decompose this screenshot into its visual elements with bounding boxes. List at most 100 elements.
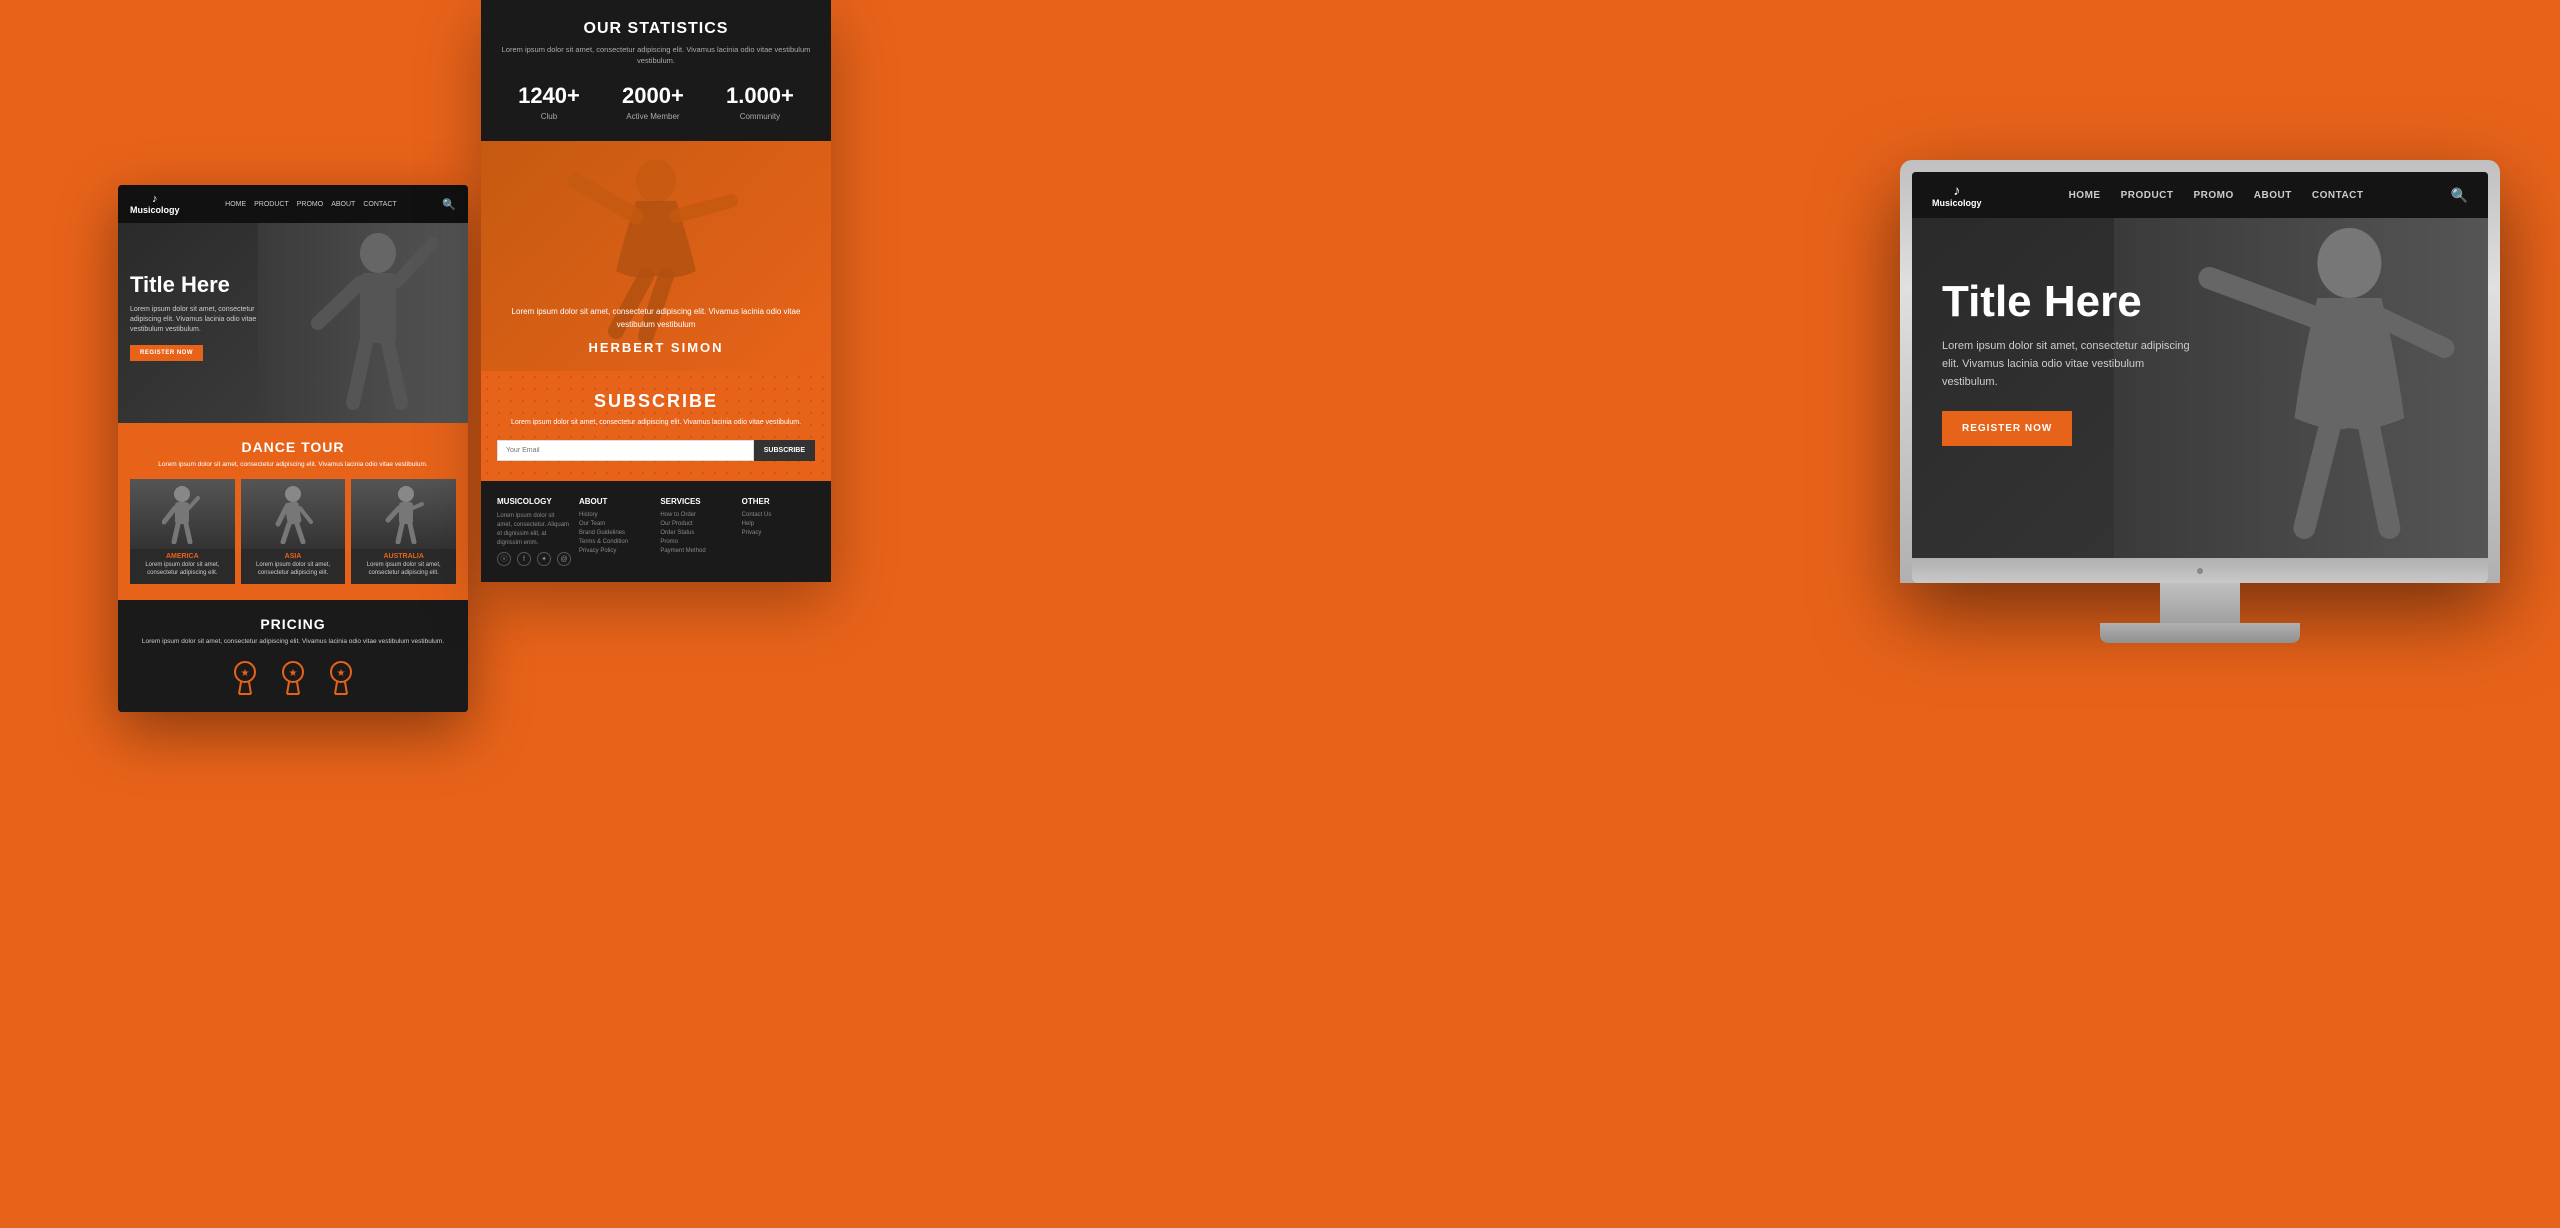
stat-community-label: Community [726, 112, 794, 121]
footer-col-about: ABOUT History Our Team Brand Guidelines … [579, 497, 652, 566]
desktop-register-button[interactable]: REGISTER NOW [1942, 411, 2072, 446]
footer-musicology-text: Lorem ipsum dolor sit amet, consectetur.… [497, 512, 571, 548]
footer-services-status[interactable]: Order Status [660, 530, 733, 536]
desktop-hero-title: Title Here [1942, 278, 2202, 326]
stats-numbers: 1240+ Club 2000+ Active Member 1.000+ Co… [497, 83, 815, 121]
footer-services-order[interactable]: How to Order [660, 512, 733, 518]
hero-person-figure [288, 223, 448, 423]
stats-desc: Lorem ipsum dolor sit amet, consectetur … [497, 44, 815, 67]
stats-section: OUR STATISTICS Lorem ipsum dolor sit ame… [481, 0, 831, 141]
desktop-hero-desc: Lorem ipsum dolor sit amet, consectetur … [1942, 338, 2202, 391]
stat-member: 2000+ Active Member [622, 83, 684, 121]
stats-title: OUR STATISTICS [497, 20, 815, 38]
footer-services-product[interactable]: Our Product [660, 521, 733, 527]
footer-social: ⓢ f ✦ @ [497, 552, 571, 566]
stat-club-label: Club [518, 112, 580, 121]
footer-other-title: OTHER [742, 497, 815, 506]
desktop-nav: ♪ Musicology HOME PRODUCT PROMO ABOUT CO… [1912, 172, 2488, 218]
mobile-logo: ♪ Musicology [130, 193, 180, 215]
subscribe-desc: Lorem ipsum dolor sit amet, consectetur … [497, 418, 815, 429]
desktop-nav-home[interactable]: HOME [2069, 190, 2101, 201]
monitor-frame: ♪ Musicology HOME PRODUCT PROMO ABOUT CO… [1900, 160, 2500, 583]
mobile-pricing: PRICING Lorem ipsum dolor sit amet, cons… [118, 600, 468, 712]
subscribe-button[interactable]: SUBSCRIBE [754, 440, 815, 461]
card-australia-label: AUSTRALIA [351, 549, 456, 562]
social-icon-3[interactable]: ✦ [537, 552, 551, 566]
subscribe-section: SUBSCRIBE Lorem ipsum dolor sit amet, co… [481, 371, 831, 482]
email-input[interactable] [497, 440, 754, 461]
mobile-mockup-left: ♪ Musicology HOME PRODUCT PROMO ABOUT CO… [118, 185, 468, 712]
desktop-logo-text: Musicology [1932, 198, 1982, 208]
artist-name: HERBERT SIMON [497, 340, 815, 355]
svg-text:★: ★ [337, 668, 346, 679]
footer-services-promo[interactable]: Promo [660, 539, 733, 545]
dance-tour-title: DANCE TOUR [130, 439, 456, 455]
pricing-icon-2: ★ [279, 660, 307, 696]
footer-about-team[interactable]: Our Team [579, 521, 652, 527]
mobile-dance-tour: DANCE TOUR Lorem ipsum dolor sit amet, c… [118, 423, 468, 600]
card-australia-img [351, 479, 456, 549]
monitor-stand [1900, 583, 2500, 643]
footer-col-services: SERVICES How to Order Our Product Order … [660, 497, 733, 566]
pricing-icon-3: ★ [327, 660, 355, 696]
desktop-hero-text: Title Here Lorem ipsum dolor sit amet, c… [1942, 278, 2202, 446]
desktop-nav-about[interactable]: ABOUT [2254, 190, 2292, 201]
card-america-img [130, 479, 235, 549]
desktop-search-icon[interactable]: 🔍 [2451, 187, 2468, 204]
card-australia: AUSTRALIA Lorem ipsum dolor sit amet, co… [351, 479, 456, 584]
desktop-nav-product[interactable]: PRODUCT [2121, 190, 2174, 201]
logo-text: Musicology [130, 205, 180, 215]
social-icon-1[interactable]: ⓢ [497, 552, 511, 566]
card-asia-img [241, 479, 346, 549]
svg-text:★: ★ [241, 668, 250, 679]
footer-about-privacy[interactable]: Privacy Policy [579, 548, 652, 554]
monitor-camera-dot [2197, 568, 2203, 574]
pricing-desc: Lorem ipsum dolor sit amet, consectetur … [130, 637, 456, 646]
footer-other-privacy[interactable]: Privacy [742, 530, 815, 536]
artist-desc: Lorem ipsum dolor sit amet, consectetur … [497, 306, 815, 332]
tablet-mockup-center: OUR STATISTICS Lorem ipsum dolor sit ame… [481, 0, 831, 582]
monitor-screen: ♪ Musicology HOME PRODUCT PROMO ABOUT CO… [1912, 172, 2488, 558]
stat-community: 1.000+ Community [726, 83, 794, 121]
footer-section: MUSICOLOGY Lorem ipsum dolor sit amet, c… [481, 481, 831, 582]
artist-section: Lorem ipsum dolor sit amet, consectetur … [481, 141, 831, 371]
desktop-nav-promo[interactable]: PROMO [2194, 190, 2234, 201]
pricing-icon-1: ★ [231, 660, 259, 696]
card-america: AMERICA Lorem ipsum dolor sit amet, cons… [130, 479, 235, 584]
search-icon[interactable]: 🔍 [442, 198, 456, 211]
footer-about-title: ABOUT [579, 497, 652, 506]
dance-tour-desc: Lorem ipsum dolor sit amet, consectetur … [130, 460, 456, 469]
footer-about-history[interactable]: History [579, 512, 652, 518]
footer-about-brand[interactable]: Brand Guidelines [579, 530, 652, 536]
dance-tour-cards: AMERICA Lorem ipsum dolor sit amet, cons… [130, 479, 456, 584]
nav-product: PRODUCT [254, 201, 289, 208]
desktop-nav-contact[interactable]: CONTACT [2312, 190, 2364, 201]
social-icon-4[interactable]: @ [557, 552, 571, 566]
social-icon-2[interactable]: f [517, 552, 531, 566]
desktop-nav-links: HOME PRODUCT PROMO ABOUT CONTACT [2069, 190, 2364, 201]
subscribe-form: SUBSCRIBE [497, 440, 815, 461]
footer-about-terms[interactable]: Terms & Condition [579, 539, 652, 545]
monitor-bottom-bezel [1912, 558, 2488, 583]
mobile-nav: ♪ Musicology HOME PRODUCT PROMO ABOUT CO… [118, 185, 468, 223]
stat-club-number: 1240+ [518, 83, 580, 109]
nav-contact: CONTACT [363, 201, 396, 208]
card-asia: ASIA Lorem ipsum dolor sit amet, consect… [241, 479, 346, 584]
nav-promo: PROMO [297, 201, 323, 208]
card-asia-desc: Lorem ipsum dolor sit amet, consectetur … [241, 562, 346, 584]
stat-member-number: 2000+ [622, 83, 684, 109]
desktop-hero: Title Here Lorem ipsum dolor sit amet, c… [1912, 218, 2488, 558]
footer-services-payment[interactable]: Payment Method [660, 548, 733, 554]
monitor-stand-neck [2160, 583, 2240, 623]
footer-other-help[interactable]: Help [742, 521, 815, 527]
desktop-logo: ♪ Musicology [1932, 182, 1982, 208]
card-asia-label: ASIA [241, 549, 346, 562]
mobile-nav-links: HOME PRODUCT PROMO ABOUT CONTACT [225, 201, 397, 208]
footer-col-musicology: MUSICOLOGY Lorem ipsum dolor sit amet, c… [497, 497, 571, 566]
card-australia-desc: Lorem ipsum dolor sit amet, consectetur … [351, 562, 456, 584]
footer-services-title: SERVICES [660, 497, 733, 506]
subscribe-title: SUBSCRIBE [497, 391, 815, 412]
mobile-register-button[interactable]: REGISTER NOW [130, 345, 203, 361]
footer-musicology-title: MUSICOLOGY [497, 497, 571, 506]
footer-other-contact[interactable]: Contact Us [742, 512, 815, 518]
